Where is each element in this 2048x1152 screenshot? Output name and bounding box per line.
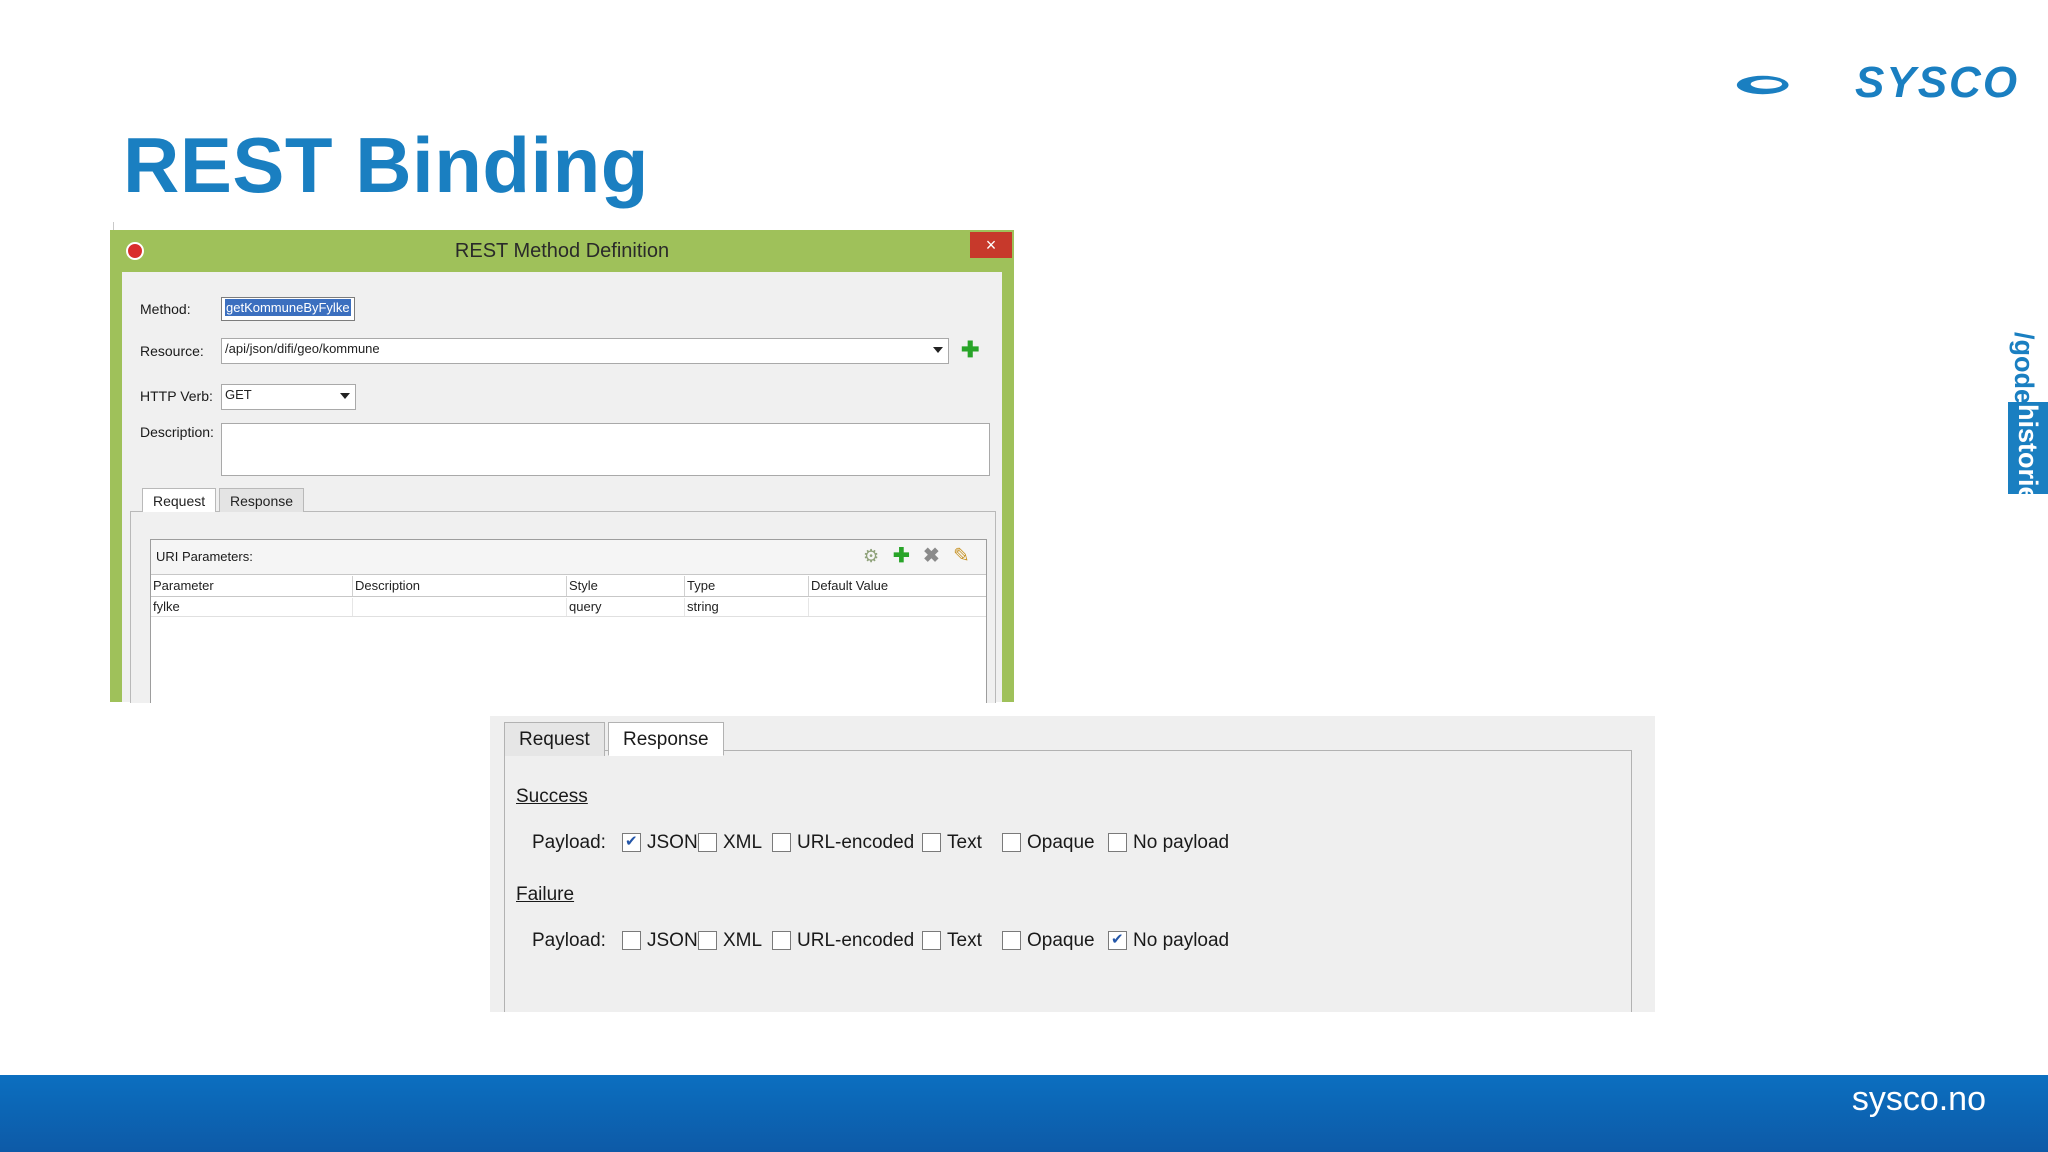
cell-style[interactable]: query xyxy=(567,598,685,616)
tab-response[interactable]: Response xyxy=(608,722,724,756)
delete-parameter-icon[interactable]: ✖ xyxy=(923,546,940,566)
http-verb-select[interactable]: GET xyxy=(221,384,356,410)
row-divider xyxy=(151,616,986,617)
tab-response-small[interactable]: Response xyxy=(219,488,305,512)
success-payload-row: Payload: JSON XML URL-encoded Text Opaqu… xyxy=(532,830,1532,856)
response-tab-panel xyxy=(504,750,1632,1012)
footer-url[interactable]: sysco.no xyxy=(1852,1080,1986,1119)
failure-text-label[interactable]: Text xyxy=(947,930,982,952)
cell-type[interactable]: string xyxy=(685,598,809,616)
side-tag-light: /gode xyxy=(2009,332,2039,404)
success-url-encoded-label[interactable]: URL-encoded xyxy=(797,832,914,854)
edit-parameter-icon[interactable]: ✎ xyxy=(953,546,970,566)
cell-parameter[interactable]: fylke xyxy=(151,598,353,616)
success-xml-label[interactable]: XML xyxy=(723,832,762,854)
success-json-label[interactable]: JSON xyxy=(647,832,698,854)
success-opaque-label[interactable]: Opaque xyxy=(1027,832,1095,854)
uri-parameters-table: URI Parameters: ⚙ ✚ ✖ ✎ Parameter Descri… xyxy=(150,539,987,711)
success-no-payload-label[interactable]: No payload xyxy=(1133,832,1229,854)
http-verb-label: HTTP Verb: xyxy=(140,388,213,404)
success-text-checkbox[interactable] xyxy=(922,833,941,852)
footer-bar xyxy=(0,1075,2048,1152)
failure-xml-label[interactable]: XML xyxy=(723,930,762,952)
resource-select[interactable]: /api/json/difi/geo/kommune xyxy=(221,338,949,364)
slide-title: REST Binding xyxy=(123,121,649,209)
column-header-type[interactable]: Type xyxy=(685,576,809,596)
uri-parameters-label: URI Parameters: xyxy=(156,549,253,564)
column-header-style[interactable]: Style xyxy=(567,576,685,596)
cell-default-value[interactable] xyxy=(809,598,985,616)
tab-request-small[interactable]: Request xyxy=(142,488,217,512)
gear-add-icon[interactable]: ⚙ xyxy=(863,546,879,566)
failure-no-payload-checkbox[interactable] xyxy=(1108,930,1127,950)
success-no-payload-checkbox[interactable] xyxy=(1108,833,1127,852)
chevron-down-icon xyxy=(340,393,350,399)
dialog-titlebar: REST Method Definition × xyxy=(110,230,1014,270)
header-divider xyxy=(151,596,986,597)
tab-request[interactable]: Request xyxy=(504,722,605,756)
column-header-parameter[interactable]: Parameter xyxy=(151,576,353,596)
failure-no-payload-label[interactable]: No payload xyxy=(1133,930,1229,952)
success-xml-checkbox[interactable] xyxy=(698,833,717,852)
column-header-description[interactable]: Description xyxy=(353,576,567,596)
resource-value: /api/json/difi/geo/kommune xyxy=(225,341,380,356)
description-textarea[interactable] xyxy=(221,423,990,476)
logo-text: SYSCO xyxy=(1855,58,2020,107)
failure-xml-checkbox[interactable] xyxy=(698,931,717,950)
sysco-logo-icon xyxy=(1736,75,1789,95)
failure-payload-label: Payload: xyxy=(532,930,606,951)
success-text-label[interactable]: Text xyxy=(947,832,982,854)
description-label: Description: xyxy=(140,424,214,440)
failure-opaque-checkbox[interactable] xyxy=(1002,931,1021,950)
uri-parameters-header: URI Parameters: ⚙ ✚ ✖ ✎ xyxy=(151,540,986,575)
failure-url-encoded-checkbox[interactable] xyxy=(772,931,791,950)
success-opaque-checkbox[interactable] xyxy=(1002,833,1021,852)
method-label: Method: xyxy=(140,301,191,317)
dialog-title: REST Method Definition xyxy=(454,240,670,262)
failure-text-checkbox[interactable] xyxy=(922,931,941,950)
chevron-down-icon xyxy=(933,347,943,353)
close-button[interactable]: × xyxy=(970,232,1012,258)
method-value: getKommuneByFylke xyxy=(225,299,351,316)
resource-label: Resource: xyxy=(140,343,204,359)
failure-url-encoded-label[interactable]: URL-encoded xyxy=(797,930,914,952)
http-verb-value: GET xyxy=(225,387,252,402)
failure-json-checkbox[interactable] xyxy=(622,931,641,950)
column-header-default-value[interactable]: Default Value xyxy=(809,576,985,596)
method-input[interactable]: getKommuneByFylke xyxy=(221,297,355,321)
success-section-label: Success xyxy=(516,786,588,807)
success-url-encoded-checkbox[interactable] xyxy=(772,833,791,852)
success-payload-label: Payload: xyxy=(532,832,606,853)
response-panel: Request Response Success Payload: JSON X… xyxy=(490,716,1655,1012)
success-json-checkbox[interactable] xyxy=(622,832,641,852)
side-tag-dark: historier xyxy=(2013,404,2043,513)
cell-description[interactable] xyxy=(353,598,567,616)
add-parameter-icon[interactable]: ✚ xyxy=(893,546,910,566)
failure-opaque-label[interactable]: Opaque xyxy=(1027,930,1095,952)
add-resource-icon[interactable]: ✚ xyxy=(961,339,979,361)
side-tag: /gode historier xyxy=(2002,332,2048,512)
failure-section-label: Failure xyxy=(516,884,575,905)
failure-json-label[interactable]: JSON xyxy=(647,930,698,952)
failure-payload-row: Payload: JSON XML URL-encoded Text Opaqu… xyxy=(532,928,1532,954)
crop-edge xyxy=(104,703,1016,713)
